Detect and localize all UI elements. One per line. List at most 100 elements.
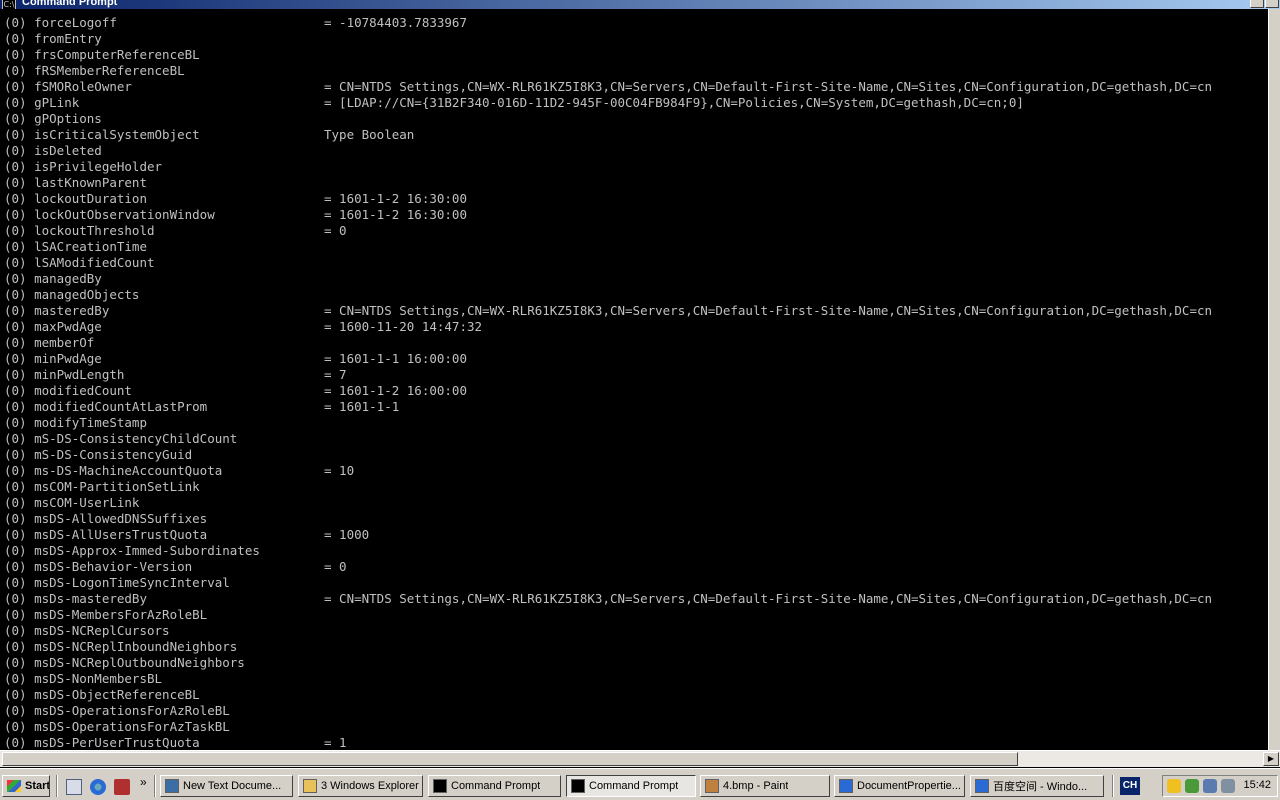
vertical-scroll-thumb[interactable] <box>1268 9 1280 750</box>
tray-app-icon[interactable] <box>1185 779 1199 793</box>
attribute-name: (0) msDS-ObjectReferenceBL <box>4 687 200 702</box>
taskbar: Start » New Text Docume... 3 Windows Expl… <box>0 768 1280 800</box>
taskbar-button[interactable]: 4.bmp - Paint <box>700 775 830 797</box>
taskbar-button-label: New Text Docume... <box>183 780 282 792</box>
attribute-name: (0) msDS-NCReplOutboundNeighbors <box>4 655 245 670</box>
attribute-name: (0) ms-DS-MachineAccountQuota <box>4 463 223 478</box>
windows-logo-icon <box>7 780 21 792</box>
attribute-name: (0) lockoutThreshold <box>4 223 155 238</box>
attribute-name: (0) minPwdLength <box>4 367 125 382</box>
quick-launch-more-button[interactable]: » <box>140 775 147 789</box>
attribute-value: = 1 <box>324 735 347 750</box>
network-icon[interactable] <box>1203 779 1217 793</box>
internet-explorer-icon[interactable] <box>90 779 106 795</box>
attribute-name: (0) isCriticalSystemObject <box>4 127 200 142</box>
attribute-value: = -10784403.7833967 <box>324 15 467 30</box>
window-title-bar[interactable]: C:\ Command Prompt <box>0 0 1280 9</box>
attribute-name: (0) msDS-OperationsForAzTaskBL <box>4 719 230 734</box>
attribute-value: = [LDAP://CN={31B2F340-016D-11D2-945F-00… <box>324 95 1024 110</box>
paint-icon <box>705 779 719 793</box>
attribute-name: (0) msDS-AllUsersTrustQuota <box>4 527 208 542</box>
attribute-value: = 1601-1-2 16:30:00 <box>324 191 467 206</box>
attribute-value: = CN=NTDS Settings,CN=WX-RLR61KZ5I8K3,CN… <box>324 79 1213 94</box>
taskbar-button-label: 3 Windows Explorer <box>321 780 419 792</box>
taskbar-button[interactable]: Command Prompt <box>566 775 696 797</box>
quick-launch-app-icon[interactable] <box>114 779 130 795</box>
taskbar-button-label: DocumentPropertie... <box>857 780 961 792</box>
taskbar-button[interactable]: Command Prompt <box>428 775 561 797</box>
attribute-name: (0) msDS-PerUserTrustQuota <box>4 735 200 750</box>
taskbar-button-label: 百度空间 - Windo... <box>993 781 1088 793</box>
attribute-name: (0) msDS-NonMembersBL <box>4 671 163 686</box>
console-icon: C:\ <box>2 0 16 9</box>
attribute-value: = 0 <box>324 223 347 238</box>
attribute-value: = CN=NTDS Settings,CN=WX-RLR61KZ5I8K3,CN… <box>324 591 1213 606</box>
horizontal-scroll-thumb[interactable] <box>2 752 1018 766</box>
clock[interactable]: 15:42 <box>1243 779 1271 791</box>
taskbar-button[interactable]: DocumentPropertie... <box>834 775 965 797</box>
language-indicator[interactable]: CH <box>1120 777 1140 795</box>
volume-icon[interactable] <box>1221 779 1235 793</box>
attribute-name: (0) msDS-Behavior-Version <box>4 559 193 574</box>
attribute-value: = 1600-11-20 14:47:32 <box>324 319 483 334</box>
taskbar-separator <box>56 775 58 797</box>
attribute-name: (0) lastKnownParent <box>4 175 147 190</box>
start-label: Start <box>25 780 49 792</box>
show-desktop-icon[interactable] <box>66 779 82 795</box>
vertical-scrollbar[interactable] <box>1268 9 1280 750</box>
attribute-value: = 1601-1-2 16:00:00 <box>324 383 467 398</box>
attribute-name: (0) msDS-NCReplCursors <box>4 623 170 638</box>
attribute-name: (0) minPwdAge <box>4 351 102 366</box>
taskbar-separator <box>154 775 156 797</box>
taskbar-button-label: Command Prompt <box>451 780 541 792</box>
attribute-name: (0) mS-DS-ConsistencyGuid <box>4 447 193 462</box>
window-title: Command Prompt <box>22 0 118 8</box>
attribute-name: (0) modifiedCount <box>4 383 132 398</box>
attribute-name: (0) msDS-NCReplInboundNeighbors <box>4 639 238 654</box>
attribute-name: (0) msCOM-PartitionSetLink <box>4 479 200 494</box>
attribute-name: (0) fSMORoleOwner <box>4 79 132 94</box>
attribute-name: (0) lSAModifiedCount <box>4 255 155 270</box>
attribute-name: (0) forceLogoff <box>4 15 117 30</box>
attribute-value: = 1601-1-1 16:00:00 <box>324 351 467 366</box>
attribute-name: (0) fromEntry <box>4 31 102 46</box>
attribute-value: = 0 <box>324 559 347 574</box>
attribute-name: (0) msDS-LogonTimeSyncInterval <box>4 575 230 590</box>
console-icon <box>433 779 447 793</box>
attribute-name: (0) lockoutDuration <box>4 191 147 206</box>
attribute-name: (0) lSACreationTime <box>4 239 147 254</box>
attribute-name: (0) frsComputerReferenceBL <box>4 47 200 62</box>
scroll-right-arrow-icon[interactable]: ▶ <box>1263 752 1279 766</box>
taskbar-button[interactable]: 3 Windows Explorer <box>298 775 423 797</box>
attribute-value: = 1000 <box>324 527 370 542</box>
attribute-name: (0) masteredBy <box>4 303 110 318</box>
attribute-name: (0) msDs-masteredBy <box>4 591 147 606</box>
attribute-value: Type Boolean <box>324 127 415 142</box>
security-shield-icon[interactable] <box>1167 779 1181 793</box>
attribute-name: (0) maxPwdAge <box>4 319 102 334</box>
attribute-name: (0) msDS-AllowedDNSSuffixes <box>4 511 208 526</box>
ie-icon <box>975 779 989 793</box>
attribute-value: = CN=NTDS Settings,CN=WX-RLR61KZ5I8K3,CN… <box>324 303 1213 318</box>
taskbar-separator <box>1112 775 1114 797</box>
attribute-name: (0) isPrivilegeHolder <box>4 159 163 174</box>
attribute-name: (0) mS-DS-ConsistencyChildCount <box>4 431 238 446</box>
attribute-name: (0) modifyTimeStamp <box>4 415 147 430</box>
attribute-name: (0) isDeleted <box>4 143 102 158</box>
attribute-name: (0) managedBy <box>4 271 102 286</box>
maximize-button[interactable] <box>1265 0 1279 8</box>
attribute-value: = 10 <box>324 463 355 478</box>
minimize-button[interactable] <box>1250 0 1264 8</box>
system-tray: 15:42 <box>1162 775 1278 797</box>
attribute-name: (0) lockOutObservationWindow <box>4 207 215 222</box>
attribute-value: = 1601-1-1 <box>324 399 400 414</box>
attribute-name: (0) msDS-MembersForAzRoleBL <box>4 607 208 622</box>
console-output[interactable]: (0) forceLogoff = -10784403.7833967 (0) fr… <box>4 9 1268 750</box>
attribute-value: = 7 <box>324 367 347 382</box>
taskbar-button[interactable]: New Text Docume... <box>160 775 293 797</box>
attribute-value: = 1601-1-2 16:30:00 <box>324 207 467 222</box>
taskbar-button[interactable]: 百度空间 - Windo... <box>970 775 1104 797</box>
horizontal-scrollbar[interactable]: ▶ <box>0 750 1280 767</box>
start-button[interactable]: Start <box>2 775 50 797</box>
notepad-icon <box>165 779 179 793</box>
